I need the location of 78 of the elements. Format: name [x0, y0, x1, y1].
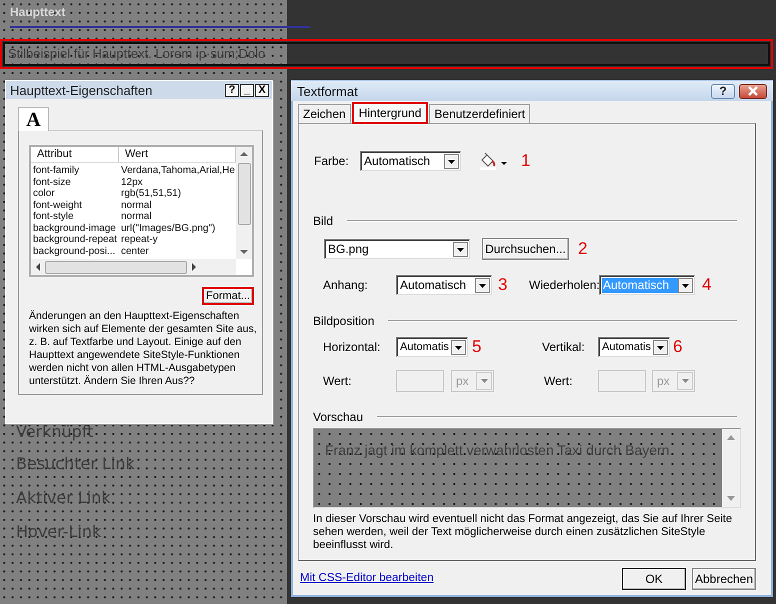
paint-bucket-icon[interactable] — [479, 152, 497, 170]
table-cell-text: rgb(51,51,51) — [120, 188, 182, 200]
table-cell-text: background-image — [32, 222, 117, 234]
selected-value: Automatisch — [602, 278, 678, 293]
annotation-number: 6 — [673, 337, 682, 357]
column-header[interactable]: Attribut — [31, 147, 119, 162]
tab[interactable]: Zeichen — [298, 104, 351, 123]
caret-icon — [682, 379, 688, 383]
heading: Haupttext — [10, 5, 66, 19]
tab[interactable]: Hintergrund — [352, 102, 428, 124]
section-heading: Vorschau — [313, 410, 364, 424]
arrow-down-icon[interactable] — [727, 496, 735, 501]
table-cell-text: font-weight — [32, 200, 83, 211]
window-title: Haupttext-Eigenschaften — [10, 82, 154, 98]
scrollbar[interactable] — [236, 147, 252, 259]
field-label: Farbe: — [314, 154, 350, 168]
tab[interactable]: A — [18, 107, 49, 131]
annotation-number: 5 — [472, 337, 482, 357]
table-cell-text: normal — [120, 200, 153, 211]
dialog-button[interactable]: OK — [622, 568, 686, 590]
table-cell-text: url("Images/BG.png") — [120, 222, 216, 234]
field-label: Horizontal: — [323, 340, 382, 354]
close-button[interactable] — [739, 84, 767, 98]
title-bar-button[interactable]: _ — [240, 84, 254, 96]
caret-icon — [682, 284, 689, 288]
arrow-up-icon[interactable] — [727, 435, 735, 440]
annotation-number: 4 — [702, 275, 712, 295]
table-cell-text: font-style — [32, 211, 75, 222]
sample-text-strip: Stilbeispiel für Haupttext. Lorem ip·sum;Dolo — [3, 42, 770, 66]
link-style-sample: Aktiver Link — [16, 488, 111, 508]
dropdown[interactable]: BG.png — [324, 239, 470, 259]
table-cell-text: font-family — [32, 165, 80, 176]
scrollbar[interactable] — [722, 429, 740, 507]
table-cell-text: normal — [120, 211, 153, 222]
title-bar-button[interactable]: X — [255, 84, 269, 96]
browse-button[interactable]: Durchsuchen... — [482, 238, 569, 260]
table-cell-text: background-repeat — [32, 234, 118, 246]
section-heading: Bildposition — [313, 314, 374, 328]
section-heading: Bild — [313, 214, 334, 228]
caret-icon — [448, 160, 455, 164]
scrollbar[interactable] — [31, 259, 236, 275]
field-label: Wert: — [544, 374, 574, 388]
tab[interactable]: Benutzerdefiniert — [429, 104, 530, 123]
info-text: In dieser Vorschau wird eventuell nicht das Format angezeigt, das Sie auf Ihrer Seite sehen werden, weil der Text möglicherweise durch einen zusätzlichen SiteStyle beeinflusst wird. — [313, 513, 734, 552]
table-cell-text: color — [32, 188, 56, 200]
field-label: Wiederholen: — [529, 278, 599, 292]
preview-text: Franz jagt im komplett verwahrlosten Taxi durch Bayern. — [325, 442, 674, 458]
table-cell-text: background-posi... — [32, 246, 116, 257]
window-title: Textformat — [297, 84, 359, 98]
title-bar-button[interactable]: ? — [225, 84, 239, 96]
help-button[interactable]: ? — [711, 84, 735, 98]
table-cell-text: center — [120, 246, 150, 257]
css-editor-link[interactable]: Mit CSS-Editor bearbeiten — [298, 572, 434, 584]
caret-icon[interactable] — [501, 162, 507, 164]
field-label: Vertikal: — [542, 340, 586, 354]
annotation-number: 1 — [521, 151, 530, 171]
field-label: Anhang: — [323, 278, 369, 292]
close-icon — [746, 86, 760, 96]
table-cell-text: font-size — [32, 176, 72, 188]
caret-icon — [457, 248, 464, 252]
dropdown[interactable]: Automatisch — [360, 151, 461, 171]
link-style-sample: Verknüpft — [16, 422, 94, 442]
field-label: Wert: — [323, 374, 352, 388]
link-style-sample: Hover-Link — [16, 522, 102, 542]
caret-icon — [480, 379, 488, 383]
annotation-number: 2 — [578, 239, 588, 259]
caret-icon — [455, 346, 462, 350]
info-text: Änderungen an den Haupttext-Eigenschaften wirken sich auf Elemente der gesamten Site aus, z. B. auf Textfarbe und Layout. Einige auf den Haupttext angewendete SiteStyle-Funktionen werden nicht von allen HTML-Ausgabetypen unterstützt. Ändern Sie Ihren Aus?? — [29, 310, 258, 388]
format-button[interactable]: Format... — [202, 287, 254, 305]
annotation-number: 3 — [498, 275, 508, 295]
table-cell-text: Verdana,Tahoma,Arial,He — [120, 165, 236, 176]
table-cell-text: 12px — [120, 176, 144, 188]
caret-icon — [657, 346, 664, 350]
table-cell-text: repeat-y — [120, 234, 159, 246]
caret-icon — [479, 284, 486, 288]
link-style-sample: Besuchter Link — [16, 454, 135, 474]
dialog-button[interactable]: Abbrechen — [692, 568, 756, 590]
dropdown[interactable]: Automatisch — [396, 275, 492, 295]
